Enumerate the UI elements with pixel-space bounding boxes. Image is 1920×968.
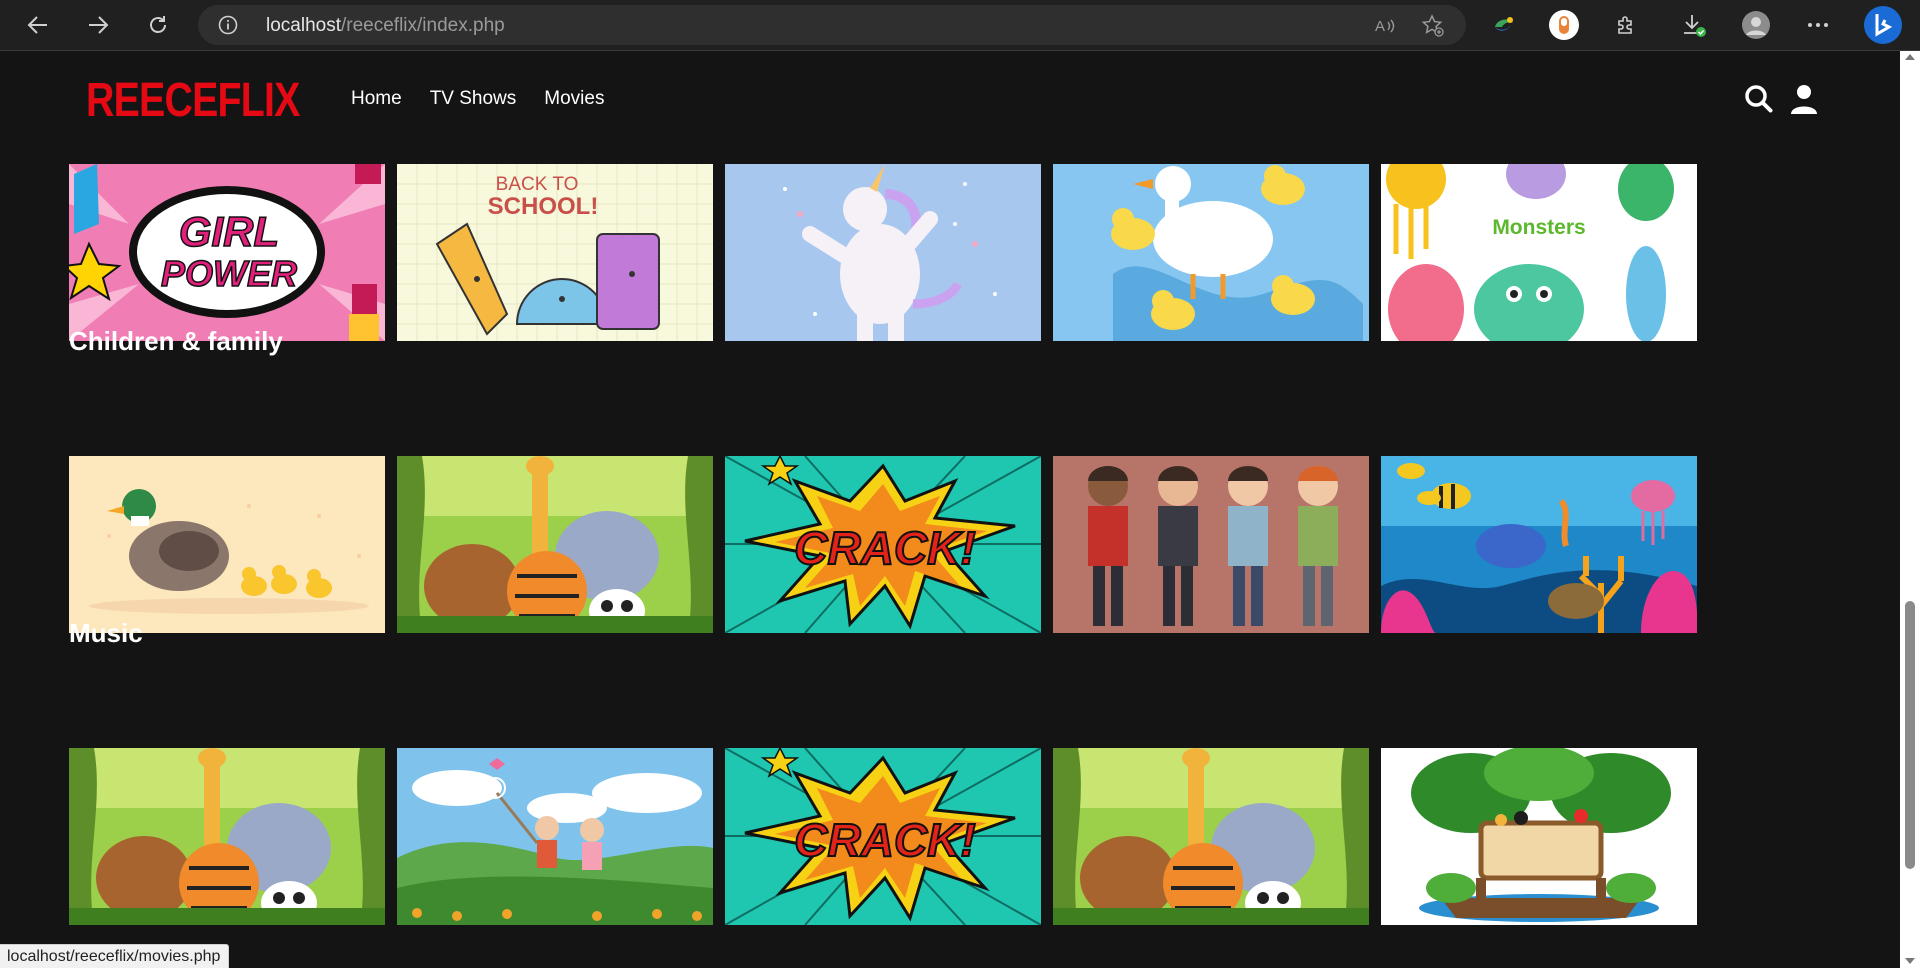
search-icon[interactable]: [1741, 81, 1777, 117]
forward-button[interactable]: [80, 8, 116, 42]
svg-text:BACK TO: BACK TO: [496, 174, 579, 195]
status-bar-url: localhost/reeceflix/movies.php: [0, 944, 230, 968]
duck-family-artwork: [69, 456, 385, 633]
nav-movies[interactable]: Movies: [544, 88, 604, 110]
extension-profile-icon[interactable]: [1546, 8, 1582, 42]
row-title-children-family: Children & family: [69, 326, 283, 356]
nav-home[interactable]: Home: [351, 88, 402, 110]
site-header: REECEFLIX Home TV Shows Movies: [0, 51, 1900, 151]
back-arrow-icon: [27, 16, 47, 34]
main-nav: Home TV Shows Movies: [351, 88, 632, 110]
crack-comic-artwork: CRACK!: [725, 456, 1041, 633]
back-to-school-artwork: BACK TO SCHOOL!: [397, 164, 713, 341]
svg-text:CRACK!: CRACK!: [794, 522, 975, 574]
svg-text:CRACK!: CRACK!: [794, 814, 975, 866]
crack-comic-artwork: CRACK!: [725, 748, 1041, 925]
browser-toolbar: localhost/reeceflix/index.php A: [0, 0, 1920, 51]
title-card[interactable]: [725, 164, 1041, 341]
site-logo[interactable]: REECEFLIX: [86, 73, 300, 128]
downloads-icon[interactable]: [1676, 8, 1712, 42]
title-card[interactable]: CRACK!: [725, 456, 1041, 633]
refresh-button[interactable]: [140, 8, 176, 42]
svg-text:Monsters: Monsters: [1492, 216, 1585, 239]
read-aloud-icon[interactable]: A: [1372, 13, 1398, 39]
page-scrollbar[interactable]: [1900, 51, 1920, 968]
girl-power-artwork: GIRL POWER: [69, 164, 385, 341]
jungle-animals-artwork: [69, 748, 385, 925]
svg-text:A: A: [1375, 18, 1385, 35]
extension-browser-essentials-icon[interactable]: [1486, 8, 1522, 42]
jungle-animals-artwork: [1053, 748, 1369, 925]
svg-text:GIRL: GIRL: [179, 208, 279, 255]
user-account-icon[interactable]: [1786, 81, 1822, 117]
title-card[interactable]: [397, 456, 713, 633]
url-text[interactable]: localhost/reeceflix/index.php: [266, 15, 505, 37]
title-card[interactable]: GIRL POWER: [69, 164, 385, 341]
title-card[interactable]: [1053, 456, 1369, 633]
content-area: GIRL POWER BACK TO SCHOOL! Monsters Chil…: [0, 151, 1900, 968]
profile-avatar-icon[interactable]: [1738, 8, 1774, 42]
title-card[interactable]: BACK TO SCHOOL!: [397, 164, 713, 341]
goose-ducklings-artwork: [1053, 164, 1369, 341]
forward-arrow-icon: [89, 16, 109, 34]
scroll-down-arrow-icon[interactable]: [1905, 958, 1915, 964]
title-card[interactable]: [1053, 164, 1369, 341]
title-card[interactable]: Monsters: [1381, 164, 1697, 341]
dabbing-unicorn-artwork: [725, 164, 1041, 341]
scroll-up-arrow-icon[interactable]: [1905, 54, 1915, 60]
title-card[interactable]: [1053, 748, 1369, 925]
title-card[interactable]: CRACK!: [725, 748, 1041, 925]
title-card[interactable]: [69, 748, 385, 925]
refresh-icon: [150, 16, 166, 33]
boys-with-phones-artwork: [1053, 456, 1369, 633]
jungle-island-sign-artwork: [1381, 748, 1697, 925]
site-info-icon[interactable]: [218, 15, 238, 35]
svg-text:POWER: POWER: [161, 253, 297, 294]
title-card[interactable]: [397, 748, 713, 925]
add-favorite-icon[interactable]: [1420, 13, 1446, 39]
monsters-artwork: Monsters: [1381, 164, 1697, 341]
title-card[interactable]: [69, 456, 385, 633]
row-title-music: Music: [69, 618, 143, 648]
address-bar[interactable]: localhost/reeceflix/index.php A: [198, 5, 1466, 45]
title-card[interactable]: [1381, 456, 1697, 633]
svg-text:SCHOOL!: SCHOOL!: [488, 193, 599, 220]
bing-copilot-icon[interactable]: [1862, 4, 1904, 46]
kids-in-meadow-artwork: [397, 748, 713, 925]
title-card[interactable]: [1381, 748, 1697, 925]
scroll-thumb[interactable]: [1905, 601, 1915, 869]
underwater-reef-artwork: [1381, 456, 1697, 633]
more-menu-icon[interactable]: [1800, 8, 1836, 42]
nav-tv-shows[interactable]: TV Shows: [430, 88, 517, 110]
jungle-animals-artwork: [397, 456, 713, 633]
back-button[interactable]: [20, 8, 56, 42]
extensions-puzzle-icon[interactable]: [1608, 8, 1644, 42]
